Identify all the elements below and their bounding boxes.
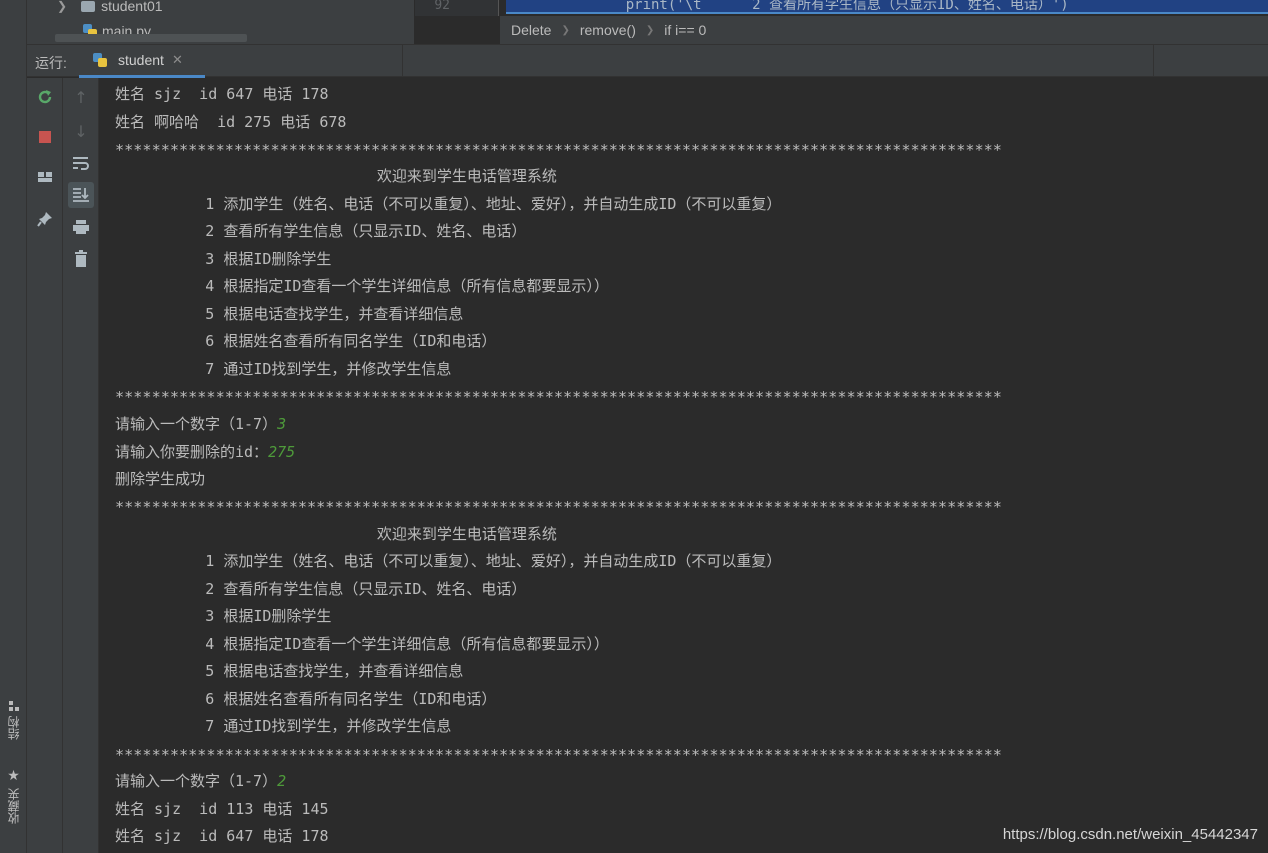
watermark: https://blog.csdn.net/weixin_45442347 (1002, 826, 1258, 843)
trash-icon (75, 250, 87, 267)
console-line: 7 通过ID找到学生，并修改学生信息 (115, 360, 452, 378)
console-line: 6 根据姓名查看所有同名学生（ID和电话） (115, 332, 497, 350)
scroll-up-button[interactable]: ↑ (68, 84, 94, 110)
left-tool-strip: 结构 ★ 收藏夹 (0, 0, 27, 853)
run-label: 运行: (35, 55, 67, 71)
project-tree: ❯ student01 main.py (27, 0, 415, 44)
folder-icon (81, 0, 96, 12)
user-input-value: 275 (268, 443, 296, 461)
soft-wrap-icon (73, 157, 89, 170)
prompt-text: 请输入一个数字（1-7） (115, 772, 278, 790)
close-icon[interactable]: ✕ (172, 53, 183, 68)
user-input-value: 2 (277, 772, 287, 790)
tree-item-folder-label: student01 (101, 0, 163, 14)
console-line: 4 根据指定ID查看一个学生详细信息（所有信息都要显示）） (115, 635, 609, 653)
code-text: print('\t 2 查看所有学生信息（只显示ID、姓名、电话）') (592, 0, 1069, 13)
breadcrumb-item-if[interactable]: if i== 0 (664, 22, 706, 38)
console-line: 3 根据ID删除学生 (115, 607, 332, 625)
layout-button[interactable] (32, 164, 58, 190)
print-button[interactable] (68, 214, 94, 240)
console-line: 3 根据ID删除学生 (115, 250, 332, 268)
breadcrumb-separator-icon: ❯ (561, 24, 570, 36)
console-line: 6 根据姓名查看所有同名学生（ID和电话） (115, 690, 497, 708)
layout-icon (38, 172, 52, 182)
console-separator: ****************************************… (115, 141, 1002, 159)
console-prompt-line: 请输入一个数字（1-7）2 (115, 771, 286, 791)
scroll-down-button[interactable]: ↓ (68, 118, 94, 144)
highlighted-code-line: print('\t 2 查看所有学生信息（只显示ID、姓名、电话）') (506, 0, 1268, 14)
console-line: 4 根据指定ID查看一个学生详细信息（所有信息都要显示）） (115, 277, 609, 295)
console-prompt-line: 请输入一个数字（1-7）3 (115, 414, 286, 434)
console-line: 5 根据电话查找学生，并查看详细信息 (115, 662, 464, 680)
breadcrumb: Delete ❯ remove() ❯ if i== 0 (500, 16, 1268, 44)
structure-tool-button[interactable]: 结构 (0, 700, 27, 740)
run-tool-window-header: 运行: student ✕ (27, 44, 1268, 78)
structure-label: 结构 (7, 716, 21, 740)
clear-all-button[interactable] (68, 246, 94, 272)
run-tab-student[interactable]: student ✕ (79, 45, 205, 78)
console-line: 7 通过ID找到学生，并修改学生信息 (115, 717, 452, 735)
chevron-right-icon[interactable]: ❯ (57, 0, 67, 13)
tree-item-folder[interactable]: ❯ student01 (57, 0, 163, 17)
soft-wrap-button[interactable] (68, 150, 94, 176)
arrow-up-icon: ↑ (74, 87, 88, 107)
prompt-text: 请输入一个数字（1-7） (115, 415, 278, 433)
console-output[interactable]: 姓名 sjz id 647 电话 178 姓名 啊哈哈 id 275 电话 67… (100, 78, 1268, 853)
console-line: 2 查看所有学生信息（只显示ID、姓名、电话） (115, 222, 527, 240)
run-toolbar-secondary: ↑ ↓ (63, 78, 99, 853)
favorites-label: 收藏夹 (7, 788, 21, 824)
console-line: 删除学生成功 (115, 470, 206, 488)
stop-button[interactable] (32, 124, 58, 150)
breadcrumb-separator-icon: ❯ (645, 24, 655, 36)
console-separator: ****************************************… (115, 388, 1002, 406)
console-line: 欢迎来到学生电话管理系统 (115, 525, 557, 543)
user-input-value: 3 (277, 415, 287, 433)
console-line: 2 查看所有学生信息（只显示ID、姓名、电话） (115, 580, 527, 598)
console-line: 5 根据电话查找学生，并查看详细信息 (115, 305, 464, 323)
python-icon (93, 53, 107, 67)
structure-icon (8, 701, 19, 711)
line-number: 92 (434, 0, 450, 13)
console-line: 1 添加学生（姓名、电话（不可以重复）、地址、爱好），并自动生成ID（不可以重复… (115, 195, 782, 213)
stop-icon (39, 131, 51, 143)
console-line: 欢迎来到学生电话管理系统 (115, 167, 557, 185)
pin-icon (37, 212, 52, 227)
arrow-down-icon: ↓ (74, 121, 88, 141)
favorites-tool-button[interactable]: ★ 收藏夹 (0, 768, 27, 824)
scroll-to-end-icon (73, 188, 89, 202)
console-separator: ****************************************… (115, 746, 1002, 764)
prompt-text: 请输入你要删除的id： (115, 443, 269, 461)
run-tab-label: student (118, 52, 164, 68)
tree-scrollbar[interactable] (55, 34, 247, 42)
breadcrumb-item-remove[interactable]: remove() (580, 22, 636, 38)
console-prompt-line: 请输入你要删除的id：275 (115, 442, 295, 462)
print-icon (73, 220, 89, 234)
header-divider (1153, 45, 1154, 76)
console-line: 姓名 sjz id 113 电话 145 (115, 800, 329, 818)
rerun-icon (38, 90, 52, 104)
editor-code-area[interactable]: print('\t 2 查看所有学生信息（只显示ID、姓名、电话）') (500, 0, 1268, 16)
pin-tab-button[interactable] (32, 206, 58, 232)
breadcrumb-item-delete[interactable]: Delete (511, 22, 551, 38)
console-line: 姓名 sjz id 647 电话 178 (115, 827, 329, 845)
editor-gutter: 92 (415, 0, 499, 16)
scroll-to-end-button[interactable] (68, 182, 94, 208)
star-icon: ★ (7, 768, 20, 784)
console-separator: ****************************************… (115, 498, 1002, 516)
console-line: 姓名 啊哈哈 id 275 电话 678 (115, 113, 347, 131)
rerun-button[interactable] (32, 84, 58, 110)
console-line: 1 添加学生（姓名、电话（不可以重复）、地址、爱好），并自动生成ID（不可以重复… (115, 552, 782, 570)
run-toolbar-primary (27, 78, 63, 853)
console-line: 姓名 sjz id 647 电话 178 (115, 85, 329, 103)
header-divider (402, 45, 403, 76)
